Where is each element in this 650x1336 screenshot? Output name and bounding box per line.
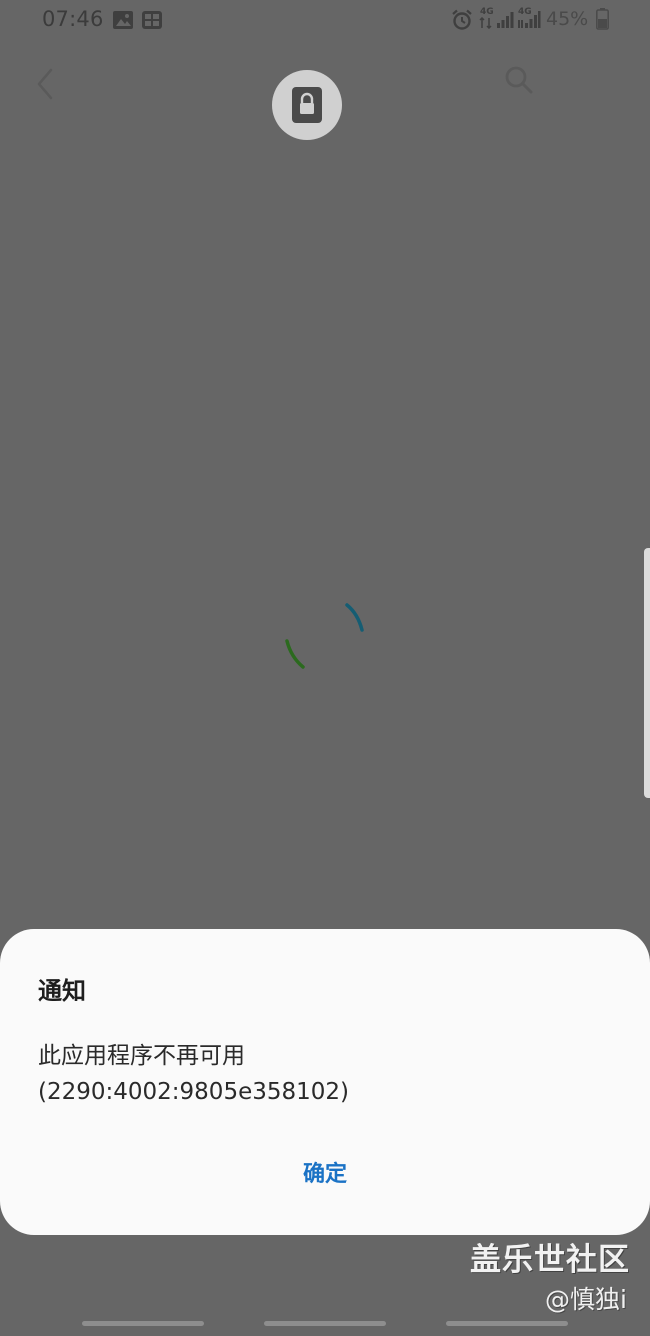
status-time: 07:46 <box>42 7 104 31</box>
network-type-1: 4G <box>480 7 494 17</box>
signal-strength-2-icon <box>518 11 541 28</box>
nav-hint-center[interactable] <box>264 1321 386 1326</box>
scroll-indicator[interactable] <box>644 548 650 798</box>
app-notification-icon <box>142 11 162 29</box>
status-bar: 07:46 4G 4G 45% <box>0 0 650 40</box>
battery-percentage: 45% <box>546 8 589 30</box>
dialog-message: 此应用程序不再可用 (2290:4002:9805e358102) <box>38 1043 349 1105</box>
nav-hint-right[interactable] <box>446 1321 568 1326</box>
dialog-title: 通知 <box>38 977 86 1005</box>
loading-spinner-icon <box>285 603 364 669</box>
nav-hint-left[interactable] <box>82 1321 204 1326</box>
alarm-icon <box>452 9 472 30</box>
data-arrows-icon <box>479 17 492 29</box>
signal-strength-icon <box>497 12 514 28</box>
search-icon[interactable] <box>502 63 536 97</box>
image-notification-icon <box>113 11 133 29</box>
lock-icon <box>292 87 322 123</box>
secure-folder-logo <box>272 70 342 140</box>
watermark-site: 盖乐世社区 <box>470 1242 630 1278</box>
watermark-user: @慎独i <box>545 1285 627 1314</box>
back-chevron-icon[interactable] <box>31 66 59 102</box>
battery-icon <box>596 8 609 30</box>
confirm-button[interactable]: 确定 <box>275 1153 375 1197</box>
